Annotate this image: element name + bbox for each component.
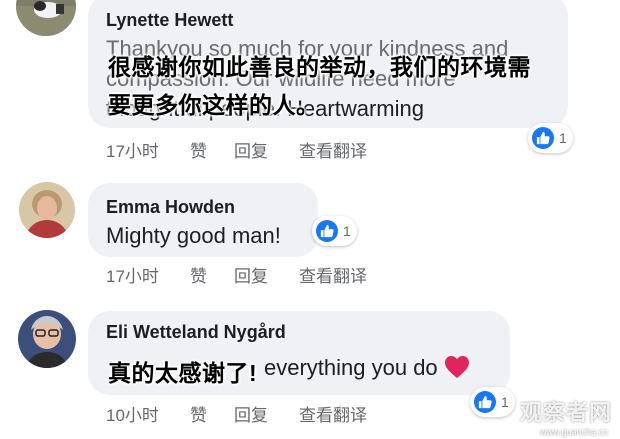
timestamp: 10小时 bbox=[106, 406, 159, 425]
comment-actions: 17小时 赞 回复 查看翻译 bbox=[106, 262, 426, 287]
comment-text-content: everything you do bbox=[264, 355, 438, 380]
watermark-logo: 观察者网 bbox=[519, 400, 612, 425]
translate-link[interactable]: 查看翻译 bbox=[299, 401, 367, 426]
comment-actions: 17小时 赞 回复 查看翻译 bbox=[106, 137, 426, 162]
reaction-badge[interactable]: 1 bbox=[312, 216, 357, 246]
translate-link[interactable]: 查看翻译 bbox=[299, 262, 367, 287]
thumbs-up-icon bbox=[316, 220, 338, 242]
timestamp: 17小时 bbox=[106, 267, 159, 286]
heart-icon bbox=[444, 355, 470, 385]
reply-link[interactable]: 回复 bbox=[234, 262, 268, 287]
translation-overlay: 真的太感谢了! bbox=[108, 360, 258, 386]
like-link[interactable]: 赞 bbox=[190, 137, 207, 162]
avatar-eli[interactable] bbox=[18, 310, 76, 368]
reaction-count: 1 bbox=[501, 394, 509, 410]
thumbs-up-icon bbox=[474, 391, 496, 413]
reaction-badge[interactable]: 1 bbox=[528, 123, 573, 153]
translate-link[interactable]: 查看翻译 bbox=[299, 137, 367, 162]
translation-overlay: 要更多你这样的人。 bbox=[108, 92, 320, 118]
author-name[interactable]: Eli Wetteland Nygård bbox=[106, 322, 286, 343]
translation-overlay: 很感谢你如此善良的举动，我们的环境需 bbox=[108, 54, 531, 80]
avatar-lynette[interactable] bbox=[16, 0, 76, 36]
timestamp: 17小时 bbox=[106, 142, 159, 161]
watermark-url: www.guancha.cn bbox=[539, 427, 608, 437]
avatar-emma[interactable] bbox=[19, 182, 75, 238]
comment-text: Mighty good man! bbox=[106, 223, 281, 248]
like-link[interactable]: 赞 bbox=[190, 401, 207, 426]
thumbs-up-icon bbox=[532, 127, 554, 149]
comment-actions: 10小时 赞 回复 查看翻译 bbox=[106, 401, 426, 426]
author-name[interactable]: Emma Howden bbox=[106, 197, 235, 218]
comment-text: everything you do bbox=[264, 355, 470, 385]
reaction-badge[interactable]: 1 bbox=[470, 387, 515, 417]
reply-link[interactable]: 回复 bbox=[234, 401, 268, 426]
reaction-count: 1 bbox=[559, 130, 567, 146]
author-name[interactable]: Lynette Hewett bbox=[106, 10, 233, 31]
like-link[interactable]: 赞 bbox=[190, 262, 207, 287]
reaction-count: 1 bbox=[343, 223, 351, 239]
reply-link[interactable]: 回复 bbox=[234, 137, 268, 162]
